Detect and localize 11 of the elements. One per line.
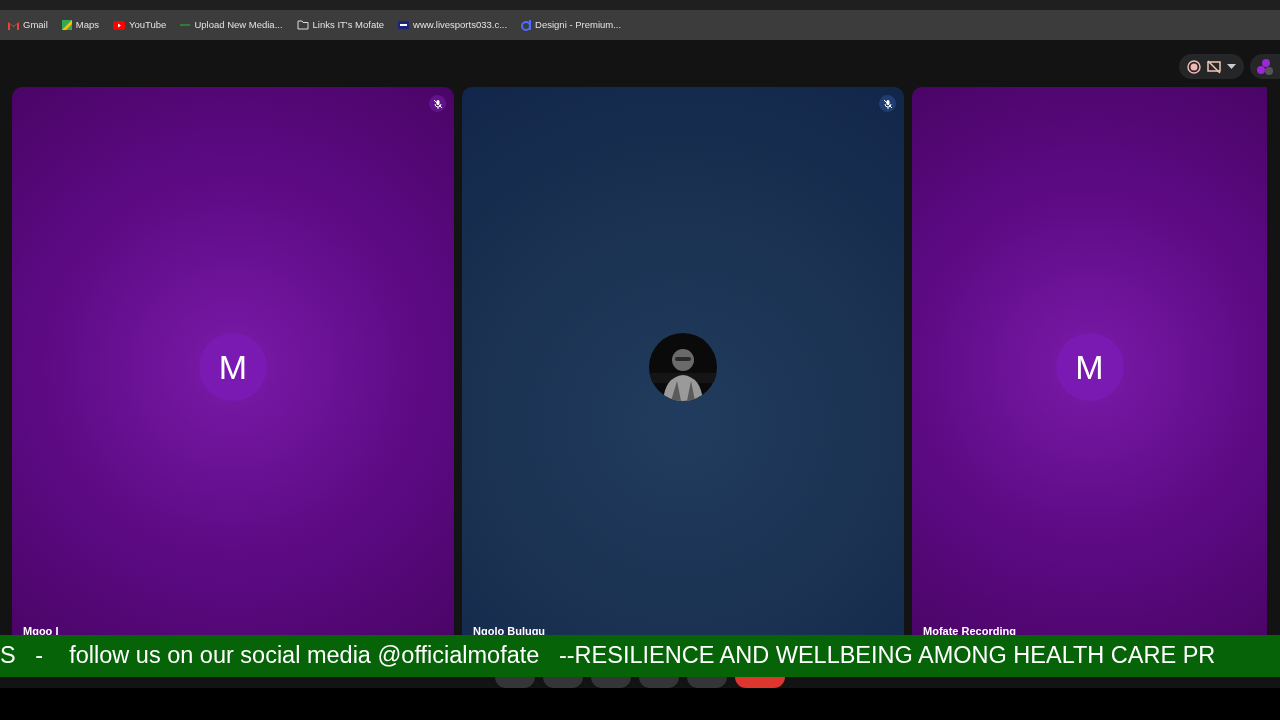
bookmark-link[interactable]: www.livesports033.c... bbox=[398, 17, 508, 33]
participant-name: Mofate Recording bbox=[923, 623, 1016, 639]
bookmark-link[interactable]: Gmail bbox=[8, 17, 48, 33]
ticker-text: S - follow us on our social media @officialmofate --RESILIENCE AND WELLBEING AMONG HEALTH CARE PR bbox=[0, 641, 1216, 671]
bookmark-link[interactable]: Links IT's Mofate bbox=[296, 17, 385, 33]
bookmark-link[interactable]: Maps bbox=[61, 17, 100, 33]
avatar-initial: M bbox=[199, 333, 267, 401]
bookmark-link[interactable]: Upload New Media... bbox=[180, 17, 283, 33]
bookmark-link[interactable]: Designi - Premium... bbox=[521, 17, 622, 33]
avatar-initial: M bbox=[1055, 333, 1124, 401]
bookmark-link[interactable]: YouTube bbox=[113, 17, 167, 33]
